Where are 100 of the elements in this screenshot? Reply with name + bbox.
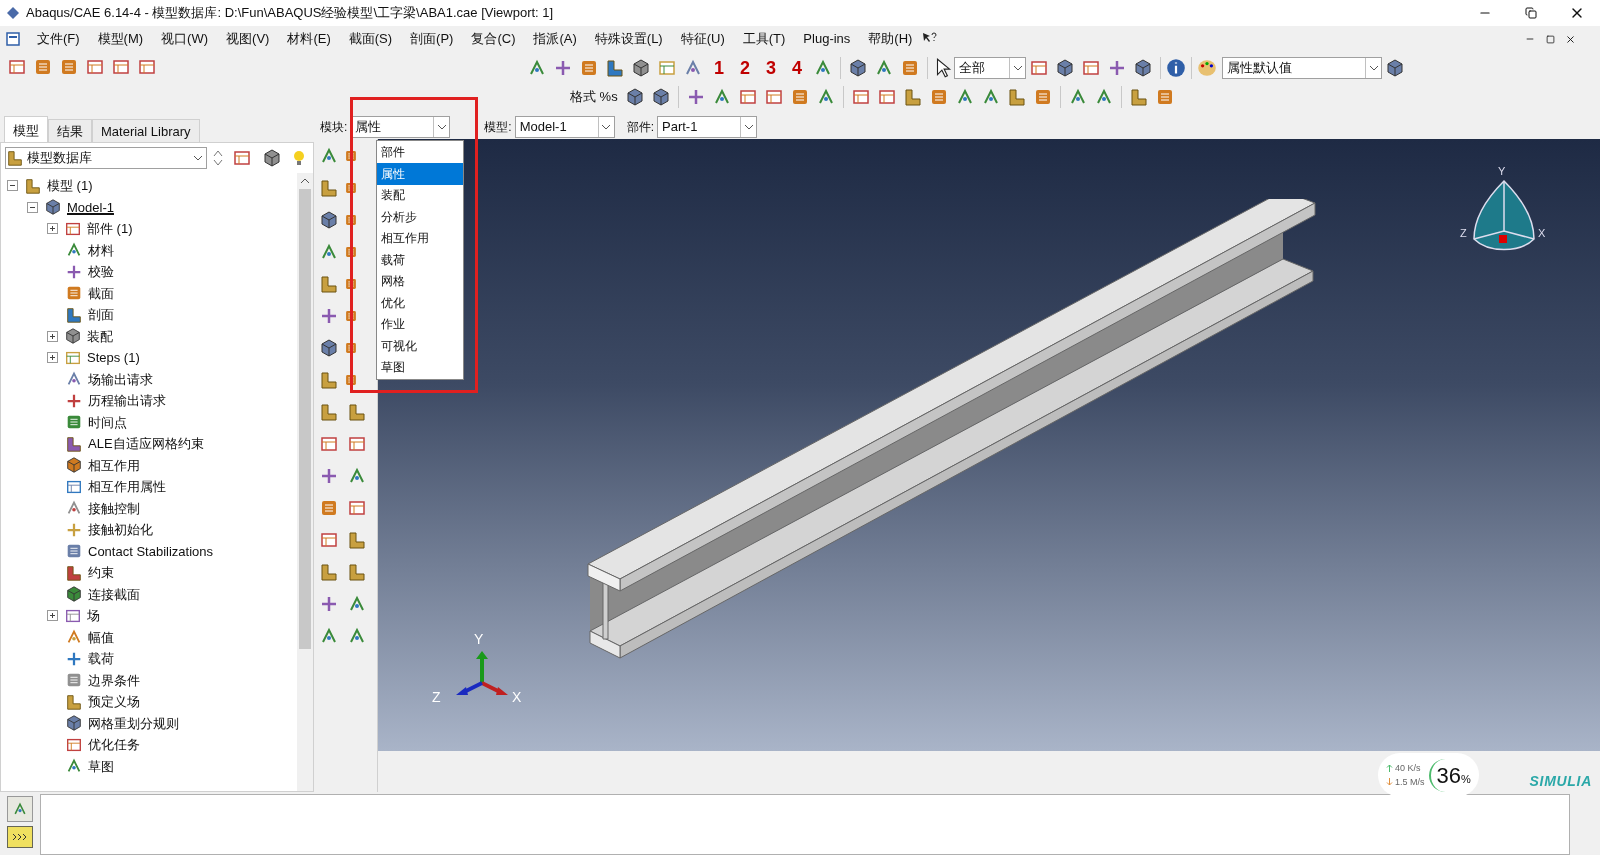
tool-icon (137, 57, 157, 77)
menu-item[interactable]: 材料(E) (278, 29, 340, 49)
tool-icon (319, 210, 339, 230)
tool-icon (553, 58, 573, 78)
tree-item[interactable]: 相互作用 (88, 455, 140, 475)
tool-icon (319, 402, 339, 422)
expand-toggle-icon[interactable] (47, 352, 58, 364)
dropdown-option[interactable]: 载荷 (377, 249, 463, 271)
tree-item[interactable]: 相互作用属性 (88, 477, 166, 497)
context-combo[interactable]: 属性 (350, 115, 451, 138)
tree-item[interactable]: 部件 (1) (87, 219, 133, 239)
format-button[interactable]: 格式 %s (566, 85, 622, 109)
viewport-number-button[interactable]: 2 (732, 54, 758, 82)
dropdown-option[interactable]: 相互作用 (377, 227, 463, 249)
tree-item[interactable]: 优化任务 (88, 735, 140, 755)
tree-item[interactable]: Model-1 (67, 197, 114, 217)
tree-item[interactable]: 模型 (1) (47, 176, 93, 196)
tree-item[interactable]: 时间点 (88, 412, 127, 432)
menu-item[interactable]: 帮助(H) (859, 29, 922, 49)
tool-icon (605, 58, 625, 78)
tree-item[interactable]: 装配 (87, 326, 113, 346)
expand-toggle-icon[interactable] (47, 330, 58, 342)
tree-item[interactable]: Contact Stabilizations (88, 541, 213, 561)
tool-icon (737, 87, 758, 107)
command-tab-button[interactable] (7, 826, 33, 848)
panel-tab[interactable]: 模型 (4, 116, 48, 142)
tree-item[interactable]: 场 (87, 606, 100, 626)
tool-icon (344, 149, 358, 163)
axis-label: Z (1460, 226, 1467, 241)
up-down-arrows-icon[interactable] (211, 148, 225, 168)
tool-icon (319, 562, 339, 582)
dropdown-option[interactable]: 网格 (377, 270, 463, 292)
tree-item[interactable]: 接触控制 (88, 498, 140, 518)
tree-item[interactable]: 接触初始化 (88, 520, 153, 540)
menu-item[interactable]: 剖面(P) (401, 29, 463, 49)
restore-icon[interactable] (1525, 7, 1537, 19)
chevrons-icon (12, 832, 28, 842)
dropdown-option[interactable]: 作业 (377, 313, 463, 335)
tree-item[interactable]: 约束 (88, 563, 114, 583)
close-icon[interactable] (1564, 33, 1576, 45)
panel-tab[interactable]: Material Library (92, 119, 200, 142)
viewport-number-button[interactable]: 4 (784, 54, 810, 82)
collapse-toggle-icon[interactable] (7, 180, 18, 192)
restore-icon[interactable] (1545, 34, 1555, 44)
panel-tab[interactable]: 结果 (48, 119, 92, 142)
tool-icon (319, 530, 339, 550)
tree-item[interactable]: 材料 (88, 240, 114, 260)
menu-item[interactable]: Plug-ins (794, 29, 860, 49)
context-combo[interactable]: Model-1 (514, 115, 615, 138)
menu-item[interactable]: 视口(W) (152, 29, 218, 49)
expand-toggle-icon[interactable] (47, 610, 58, 622)
context-combo[interactable]: Part-1 (657, 115, 758, 138)
tree-item[interactable]: 预定义场 (88, 692, 140, 712)
menu-item[interactable]: 复合(C) (462, 29, 525, 49)
tree-item[interactable]: 场输出请求 (88, 369, 153, 389)
dropdown-option[interactable]: 优化 (377, 292, 463, 314)
tree-item[interactable]: 载荷 (88, 649, 114, 669)
scrollbar[interactable] (297, 173, 313, 791)
tool-icon (650, 87, 671, 107)
viewport-number-button[interactable]: 3 (758, 54, 784, 82)
palette-icon[interactable] (1196, 57, 1218, 79)
tree-item[interactable]: 校验 (88, 262, 114, 282)
dropdown-option[interactable]: 部件 (377, 141, 463, 163)
info-icon[interactable] (1165, 57, 1187, 79)
dropdown-option[interactable]: 可视化 (377, 335, 463, 357)
dropdown-option[interactable]: 属性 (377, 163, 463, 185)
menu-item[interactable]: 特征(U) (671, 29, 734, 49)
brand-logo: SIMULIA (1529, 772, 1592, 791)
menu-item[interactable]: 模型(M) (88, 29, 153, 49)
menu-item[interactable]: 文件(F) (28, 29, 89, 49)
render-style-combo[interactable]: 属性默认值 (1222, 57, 1382, 79)
dropdown-option[interactable]: 装配 (377, 184, 463, 206)
tree-item[interactable]: 历程输出请求 (88, 391, 166, 411)
scroll-up-icon[interactable] (300, 176, 310, 186)
expand-toggle-icon[interactable] (47, 223, 58, 235)
tree-item[interactable]: 网格重划分规则 (88, 713, 179, 733)
menu-item[interactable]: 截面(S) (339, 29, 402, 49)
menu-item[interactable]: 特殊设置(L) (585, 29, 672, 49)
viewport-number-button[interactable]: 1 (706, 54, 732, 82)
menu-item[interactable]: 指派(A) (524, 29, 586, 49)
tree-item[interactable]: 剖面 (88, 305, 114, 325)
dropdown-option[interactable]: 草图 (377, 356, 463, 378)
chevron-down-icon (193, 155, 203, 161)
tree-item[interactable]: 截面 (88, 283, 114, 303)
tree-source-combo[interactable]: 模型数据库 (5, 147, 207, 169)
tool-icon (232, 148, 252, 168)
collapse-toggle-icon[interactable] (27, 201, 38, 213)
tree-item[interactable]: Steps (1) (87, 348, 140, 368)
selection-filter-combo[interactable]: 全部 (954, 57, 1026, 79)
tree-item[interactable]: 连接截面 (88, 584, 140, 604)
menu-item[interactable]: 工具(T) (733, 29, 795, 49)
dropdown-option[interactable]: 分析步 (377, 206, 463, 228)
tree-item[interactable]: 幅值 (88, 627, 114, 647)
tree-item[interactable]: 边界条件 (88, 670, 140, 690)
tool-icon (59, 57, 79, 77)
menu-item[interactable]: 视图(V) (217, 29, 279, 49)
message-area[interactable] (40, 794, 1570, 855)
tree-item[interactable]: 草图 (88, 756, 114, 776)
window-menu-icon[interactable] (6, 32, 20, 46)
tree-item[interactable]: ALE自适应网格约束 (88, 434, 204, 454)
